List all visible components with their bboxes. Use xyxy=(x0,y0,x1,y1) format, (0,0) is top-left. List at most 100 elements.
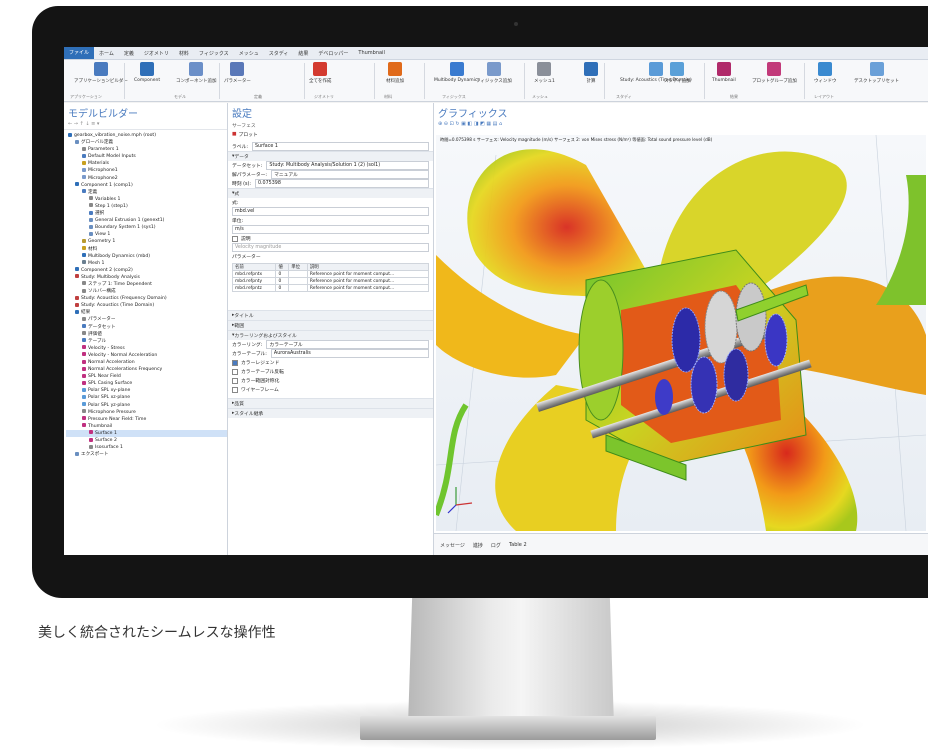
tree-item[interactable]: データセット xyxy=(66,324,227,331)
description-input[interactable]: Velocity magnitude xyxy=(232,243,429,252)
tree-item[interactable]: Surface 1 xyxy=(66,429,227,438)
graphics-toolbar[interactable]: ⊕ ⊖ ⊡ ↻ ▣ ◧ ◨ ◩ ▦ ▤ ⌂ xyxy=(434,121,928,129)
tree-item[interactable]: Default Model Inputs xyxy=(66,153,227,160)
bottom-tab[interactable]: ログ xyxy=(491,542,501,549)
tree-item[interactable]: 結果 xyxy=(66,309,227,316)
menu-item[interactable]: ファイル xyxy=(64,47,95,59)
tree-item[interactable]: Study: Multibody Analysis xyxy=(66,274,227,281)
tree-item[interactable]: Microphone1 xyxy=(66,167,227,174)
expression-input[interactable]: mbd.vel xyxy=(232,207,429,216)
ribbon-button[interactable]: 全てを作成 xyxy=(309,62,331,84)
tree-item[interactable]: Study: Acoustics (Frequency Domain) xyxy=(66,295,227,302)
section-coloring[interactable]: ▾ カラーリングおよびスタイル xyxy=(228,330,433,340)
coloring-select[interactable]: カラーテーブル xyxy=(266,340,429,349)
tree-item[interactable]: グローバル定義 xyxy=(66,139,227,146)
ribbon-button[interactable]: アプリケーションビルダー xyxy=(74,62,128,84)
menu-item[interactable]: ホーム xyxy=(94,50,119,57)
tree-item[interactable]: View 1 xyxy=(66,231,227,238)
menu-item[interactable]: ジオメトリ xyxy=(139,50,174,57)
ribbon-button[interactable]: 材料追加 xyxy=(386,62,404,84)
tree-item[interactable]: Thumbnail xyxy=(66,423,227,430)
ribbon-button[interactable]: 計算 xyxy=(584,62,598,84)
tree-item[interactable]: Surface 2 xyxy=(66,437,227,444)
unit-select[interactable]: m/s xyxy=(232,225,429,234)
graphics-canvas[interactable]: 時間=0.075398 s サーフェス: Velocity magnitude … xyxy=(436,135,926,531)
tree-item[interactable]: Velocity - Stress xyxy=(66,345,227,352)
tree-item[interactable]: Multibody Dynamics (mbd) xyxy=(66,253,227,260)
tree-item[interactable]: 選択 xyxy=(66,210,227,217)
option-checkbox[interactable] xyxy=(232,377,238,384)
section-expression[interactable]: ▾ 式 xyxy=(228,188,433,198)
tree-item[interactable]: Velocity - Normal Acceleration xyxy=(66,352,227,359)
bottom-tab[interactable]: Table 2 xyxy=(509,542,527,548)
menu-item[interactable]: スタディ xyxy=(264,50,294,57)
tree-item[interactable]: Microphone2 xyxy=(66,175,227,182)
section-inherit[interactable]: ▸ スタイル継承 xyxy=(228,408,433,418)
menu-item[interactable]: Thumbnail xyxy=(353,50,389,56)
option-checkbox[interactable] xyxy=(232,368,238,375)
ribbon-button[interactable]: コンポーネント追加 xyxy=(176,62,217,84)
menu-item[interactable]: 材料 xyxy=(174,50,194,57)
tree-item[interactable]: Isosurface 1 xyxy=(66,444,227,451)
tree-item[interactable]: Microphone Pressure xyxy=(66,409,227,416)
tree-item[interactable]: Boundary System 1 (sys1) xyxy=(66,224,227,231)
tree-item[interactable]: 定義 xyxy=(66,189,227,196)
time-select[interactable]: 0.075398 xyxy=(254,179,429,188)
table-row[interactable]: mbd.refpntz 0 Reference point for moment c… xyxy=(231,284,429,292)
ribbon-button[interactable]: Component xyxy=(134,62,160,83)
option-checkbox[interactable] xyxy=(232,386,238,393)
section-range[interactable]: ▸ 範囲 xyxy=(228,320,433,330)
ribbon-button[interactable]: スタディ追加 xyxy=(664,62,691,84)
menu-item[interactable]: メッシュ xyxy=(234,50,264,57)
section-quality[interactable]: ▸ 品質 xyxy=(228,398,433,408)
tree-item[interactable]: テーブル xyxy=(66,338,227,345)
table-row[interactable]: mbd.refpntx 0 Reference point for moment c… xyxy=(231,270,429,278)
tree-item[interactable]: Polar SPL yz-plane xyxy=(66,402,227,409)
tree-item[interactable]: Geometry 1 xyxy=(66,238,227,245)
tree-item[interactable]: Component 2 (comp2) xyxy=(66,267,227,274)
ribbon-button[interactable]: メッシュ1 xyxy=(534,62,555,84)
tree-item[interactable]: ソルバー構成 xyxy=(66,288,227,295)
tree-item[interactable]: Variables 1 xyxy=(66,196,227,203)
ribbon-button[interactable]: デスクトップリセット xyxy=(854,62,899,84)
dataset-select[interactable]: Study: Multibody Analysis/Solution 1 (2)… xyxy=(266,161,429,170)
tree-item[interactable]: 材料 xyxy=(66,246,227,253)
menu-item[interactable]: 定義 xyxy=(119,50,139,57)
tree-item[interactable]: Pressure Near Field: Time xyxy=(66,416,227,423)
label-field[interactable]: Surface 1 xyxy=(252,142,429,151)
ribbon-button[interactable]: Multibody Dynamics xyxy=(434,62,480,83)
menu-item[interactable]: フィジックス xyxy=(194,50,234,57)
section-title[interactable]: ▸ タイトル xyxy=(228,310,433,320)
description-checkbox[interactable] xyxy=(232,235,238,242)
model-builder-toolbar[interactable]: ← → ↑ ↓ ≡ ▾ xyxy=(64,121,227,130)
section-data[interactable]: ▾ データ xyxy=(228,151,433,161)
menu-item[interactable]: デベロッパー xyxy=(313,50,353,57)
tree-item[interactable]: gearbox_vibration_noise.mph (root) xyxy=(66,132,227,139)
tree-item[interactable]: Materials xyxy=(66,160,227,167)
tree-item[interactable]: SPL Casing Surface xyxy=(66,380,227,387)
bottom-tab[interactable]: メッセージ xyxy=(440,542,465,549)
tree-item[interactable]: Normal Accelerations Frequency xyxy=(66,366,227,373)
tree-item[interactable]: Study: Acoustics (Time Domain) xyxy=(66,302,227,309)
plot-button[interactable]: ■ プロット xyxy=(228,130,433,139)
color-table-select[interactable]: AuroraAustralis xyxy=(270,349,429,358)
param-select[interactable]: マニュアル xyxy=(271,170,429,179)
tree-item[interactable]: General Extrusion 1 (genext1) xyxy=(66,217,227,224)
tree-item[interactable]: Parameters 1 xyxy=(66,146,227,153)
tree-item[interactable]: ステップ 1: Time Dependent xyxy=(66,281,227,288)
table-row[interactable]: mbd.refpnty 0 Reference point for moment c… xyxy=(231,277,429,285)
tree-item[interactable]: Component 1 (comp1) xyxy=(66,182,227,189)
option-checkbox[interactable] xyxy=(232,359,238,366)
tree-item[interactable]: Step 1 (step1) xyxy=(66,203,227,210)
tree-item[interactable]: Mesh 1 xyxy=(66,260,227,267)
ribbon-button[interactable]: Thumbnail xyxy=(712,62,736,83)
ribbon-button[interactable]: フィジックス追加 xyxy=(476,62,512,84)
tree-item[interactable]: Polar SPL xz-plane xyxy=(66,394,227,401)
bottom-tab[interactable]: 進捗 xyxy=(473,542,483,549)
tree-item[interactable]: Polar SPL xy-plane xyxy=(66,387,227,394)
ribbon-button[interactable]: パラメーター xyxy=(224,62,251,84)
tree-item[interactable]: パラメーター xyxy=(66,316,227,323)
menu-item[interactable]: 結果 xyxy=(293,50,313,57)
tree-item[interactable]: SPL Near Field xyxy=(66,373,227,380)
tree-item[interactable]: エクスポート xyxy=(66,451,227,458)
